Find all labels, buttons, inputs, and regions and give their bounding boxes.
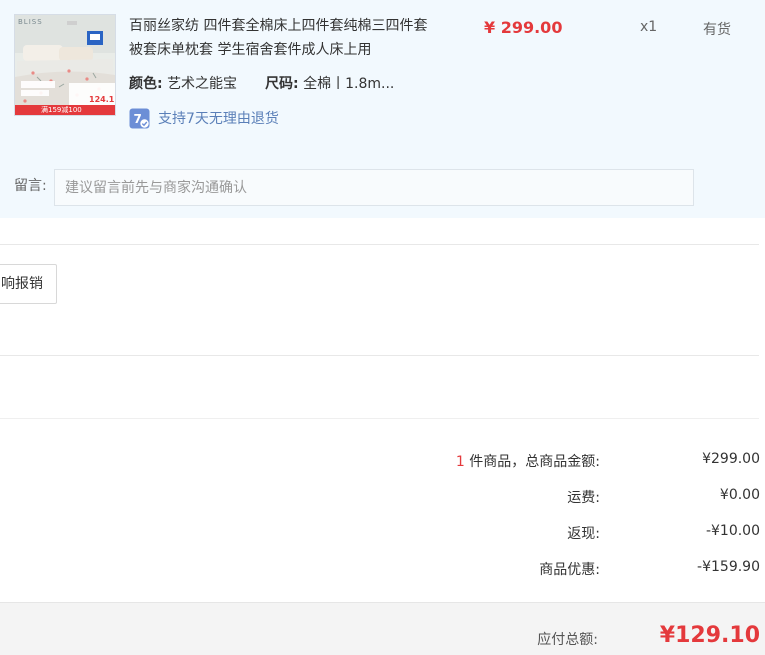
attr-color: 颜色: 艺术之能宝 xyxy=(129,74,237,94)
attr-size-value: 全棉丨1.8m... xyxy=(303,76,395,92)
cashback-label: 返现: xyxy=(567,526,600,542)
summary-goods-total: 1 件商品，总商品金额: ¥299.00 xyxy=(0,451,765,471)
item-count: 1 xyxy=(455,454,465,470)
attr-size-key: 尺码: xyxy=(265,76,299,92)
shipping-value: ¥0.00 xyxy=(719,487,760,503)
shipping-label: 运费: xyxy=(567,490,600,506)
item-price: ¥ 299.00 xyxy=(484,18,563,37)
summary-discount: 商品优惠: -¥159.90 xyxy=(0,559,765,579)
summary-cashback: 返现: -¥10.00 xyxy=(0,523,765,543)
discount-value: -¥159.90 xyxy=(697,559,760,575)
invoice-button[interactable]: 响报销 xyxy=(0,264,57,304)
seven-day-return-icon: 7 xyxy=(129,108,150,128)
attr-color-key: 颜色: xyxy=(129,76,163,92)
remark-label: 留言: xyxy=(14,178,47,194)
product-title[interactable]: 百丽丝家纺 四件套全棉床上四件套纯棉三四件套 被套床单枕套 学生宿舍套件成人床上… xyxy=(129,14,429,62)
product-attributes: 颜色: 艺术之能宝 尺码: 全棉丨1.8m... xyxy=(129,74,394,94)
cashback-value: -¥10.00 xyxy=(705,523,760,539)
thumbnail-promo-price: 124.1 xyxy=(89,95,115,104)
goods-total-label: 1 件商品，总商品金额: xyxy=(456,451,600,471)
divider xyxy=(0,244,759,245)
divider xyxy=(0,418,759,419)
return-policy-text: 支持7天无理由退货 xyxy=(158,111,279,127)
remark-input[interactable] xyxy=(54,169,694,206)
return-badge-number: 7 xyxy=(134,112,142,126)
order-item-card: BLISS 124.1 满159减100 百丽丝家纺 四件套全棉床上四件套纯棉三… xyxy=(0,0,765,218)
item-count-suffix: 件商品，总商品金额: xyxy=(464,454,600,470)
payable-value: ¥129.10 xyxy=(659,623,760,648)
product-thumbnail[interactable]: BLISS 124.1 满159减100 xyxy=(14,14,116,116)
divider xyxy=(0,355,759,356)
summary-shipping: 运费: ¥0.00 xyxy=(0,487,765,507)
attr-color-value: 艺术之能宝 xyxy=(167,76,238,92)
attr-size: 尺码: 全棉丨1.8m... xyxy=(265,74,394,94)
thumbnail-promo-text: 满159减100 xyxy=(41,106,82,114)
thumbnail-brand: BLISS xyxy=(18,18,43,26)
return-policy[interactable]: 7 支持7天无理由退货 xyxy=(129,107,279,129)
payable-total-bar: 应付总额: ¥129.10 xyxy=(0,602,765,655)
discount-label: 商品优惠: xyxy=(539,562,600,578)
goods-total-value: ¥299.00 xyxy=(702,451,760,467)
item-quantity: x1 xyxy=(640,19,658,35)
stock-status: 有货 xyxy=(703,22,731,38)
payable-label: 应付总额: xyxy=(537,632,598,648)
